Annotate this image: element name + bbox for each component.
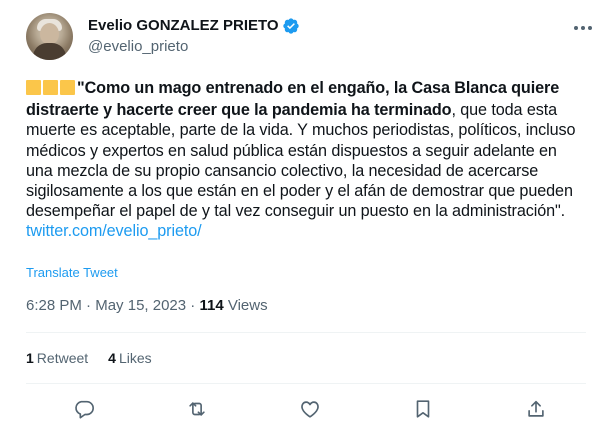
author-name-row: Evelio GONZALEZ PRIETO bbox=[88, 16, 300, 36]
tweet-actions-bar bbox=[26, 394, 586, 424]
author-handle[interactable]: @evelio_prieto bbox=[88, 37, 188, 57]
retweets-label: Retweet bbox=[36, 350, 89, 366]
divider bbox=[26, 332, 586, 333]
retweets-stat[interactable]: 1 Retweet bbox=[26, 348, 88, 368]
yellow-squares-emoji-icon bbox=[26, 80, 77, 100]
tweet-date[interactable]: May 15, 2023 bbox=[95, 297, 186, 314]
likes-stat[interactable]: 4 Likes bbox=[108, 348, 151, 368]
reply-icon[interactable] bbox=[72, 397, 96, 421]
avatar-face bbox=[40, 23, 59, 45]
more-dot bbox=[581, 26, 585, 30]
verified-badge-icon bbox=[282, 18, 299, 34]
more-dot bbox=[574, 26, 578, 30]
tweet-link[interactable]: twitter.com/evelio_prieto/ bbox=[26, 221, 202, 241]
views-count: 114 bbox=[199, 297, 224, 314]
likes-count: 4 bbox=[108, 350, 116, 366]
retweet-icon[interactable] bbox=[185, 397, 209, 421]
likes-label: Likes bbox=[118, 350, 152, 366]
avatar-body bbox=[33, 43, 66, 60]
meta-separator: · bbox=[86, 297, 92, 314]
views-label: Views bbox=[227, 297, 268, 314]
meta-separator: · bbox=[190, 297, 196, 314]
tweet-time[interactable]: 6:28 PM bbox=[26, 297, 82, 314]
avatar[interactable] bbox=[26, 13, 73, 60]
translate-tweet-link[interactable]: Translate Tweet bbox=[26, 264, 118, 282]
divider bbox=[26, 383, 586, 384]
like-icon[interactable] bbox=[298, 397, 322, 421]
tweet-text: "Como un mago entrenado en el engaño, la… bbox=[26, 78, 586, 242]
bookmark-icon[interactable] bbox=[411, 397, 435, 421]
more-options-icon[interactable] bbox=[574, 24, 594, 32]
engagement-stats: 1 Retweet 4 Likes bbox=[26, 348, 152, 368]
more-dot bbox=[588, 26, 592, 30]
tweet-meta: 6:28 PM · May 15, 2023 · 114 Views bbox=[26, 296, 268, 316]
author-display-name[interactable]: Evelio GONZALEZ PRIETO bbox=[88, 16, 279, 36]
share-icon[interactable] bbox=[524, 397, 548, 421]
retweets-count: 1 bbox=[26, 350, 34, 366]
